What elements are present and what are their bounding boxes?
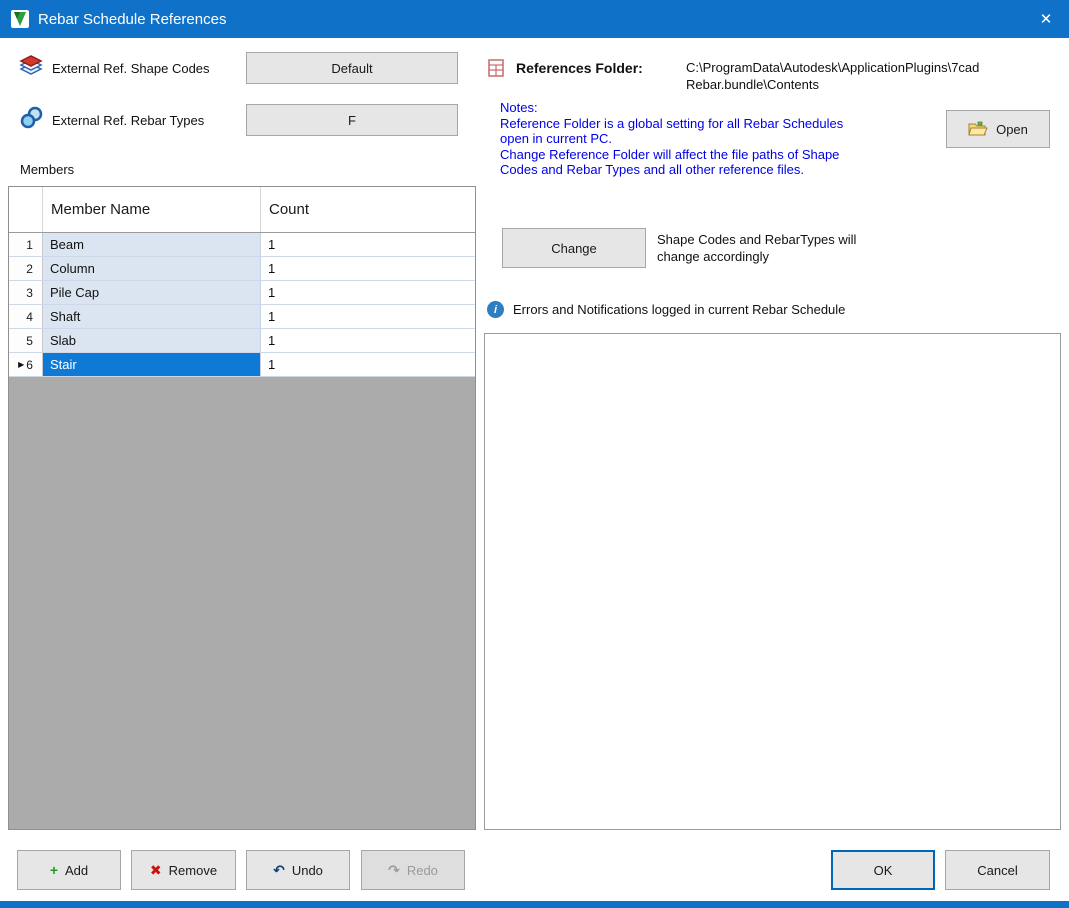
shape-codes-label: External Ref. Shape Codes <box>52 61 210 76</box>
redo-button: ↷ Redo <box>361 850 465 890</box>
member-name-cell[interactable]: Pile Cap <box>43 281 261 304</box>
open-folder-icon <box>968 121 988 136</box>
column-header-member-name[interactable]: Member Name <box>43 187 261 232</box>
info-icon: i <box>487 301 504 318</box>
members-grid-header: Member Name Count <box>9 187 475 233</box>
row-number: 1 <box>26 237 33 252</box>
rebar-types-button[interactable]: F <box>246 104 458 136</box>
change-button-label: Change <box>551 240 597 256</box>
member-name-cell[interactable]: Column <box>43 257 261 280</box>
table-row[interactable]: ▶1 Beam 1 <box>9 233 475 257</box>
rebar-types-icon <box>20 106 43 129</box>
members-label: Members <box>20 162 75 177</box>
change-note-text: Shape Codes and RebarTypes will change a… <box>657 232 857 264</box>
errors-log-panel[interactable] <box>484 333 1061 830</box>
count-cell[interactable]: 1 <box>261 353 475 376</box>
add-icon: + <box>49 862 59 878</box>
notes-line-2: Change Reference Folder will affect the … <box>500 146 840 178</box>
page-title: Rebar Schedule References <box>38 10 227 28</box>
member-name-cell[interactable]: Shaft <box>43 305 261 328</box>
count-cell[interactable]: 1 <box>261 305 475 328</box>
count-cell[interactable]: 1 <box>261 281 475 304</box>
shape-codes-button[interactable]: Default <box>246 52 458 84</box>
remove-button[interactable]: ✖ Remove <box>131 850 236 890</box>
count-cell[interactable]: 1 <box>261 329 475 352</box>
notes-text: Notes: Reference Folder is a global sett… <box>500 100 852 178</box>
table-row[interactable]: ▶4 Shaft 1 <box>9 305 475 329</box>
add-button-label: Add <box>65 862 89 878</box>
notes-line-1: Reference Folder is a global setting for… <box>500 115 844 147</box>
column-header-count[interactable]: Count <box>261 187 475 232</box>
row-number: 2 <box>26 261 33 276</box>
ok-button-label: OK <box>873 862 893 878</box>
redo-button-label: Redo <box>406 862 438 878</box>
cancel-button[interactable]: Cancel <box>945 850 1050 890</box>
row-marker-icon: ▶ <box>18 360 25 369</box>
row-header-corner <box>9 187 43 232</box>
undo-button[interactable]: ↶ Undo <box>246 850 350 890</box>
remove-button-label: Remove <box>168 862 218 878</box>
table-row-selected[interactable]: ▶ 6 Stair 1 <box>9 353 475 377</box>
cancel-button-label: Cancel <box>977 862 1018 878</box>
members-grid: Member Name Count ▶1 Beam 1 ▶2 Column 1 … <box>8 186 476 830</box>
rebar-schedule-references-dialog: Rebar Schedule References ✕ External Ref… <box>0 0 1069 908</box>
undo-icon: ↶ <box>273 861 285 878</box>
table-row[interactable]: ▶3 Pile Cap 1 <box>9 281 475 305</box>
row-number: 3 <box>26 285 33 300</box>
rebar-types-label: External Ref. Rebar Types <box>52 113 205 128</box>
member-name-cell[interactable]: Slab <box>43 329 261 352</box>
count-cell[interactable]: 1 <box>261 233 475 256</box>
member-name-cell[interactable]: Stair <box>43 353 261 376</box>
shape-codes-button-label: Default <box>331 60 373 76</box>
table-row[interactable]: ▶5 Slab 1 <box>9 329 475 353</box>
redo-icon: ↷ <box>388 861 400 878</box>
row-number: 4 <box>26 309 33 324</box>
title-bar: Rebar Schedule References ✕ <box>0 0 1069 38</box>
close-button[interactable]: ✕ <box>1023 0 1069 38</box>
open-button[interactable]: Open <box>946 110 1050 148</box>
row-number: 5 <box>26 333 33 348</box>
window-bottom-border <box>0 901 1069 908</box>
undo-button-label: Undo <box>291 862 323 878</box>
references-folder-icon <box>488 59 504 77</box>
add-button[interactable]: + Add <box>17 850 121 890</box>
open-button-label: Open <box>996 121 1028 137</box>
count-cell[interactable]: 1 <box>261 257 475 280</box>
notes-title: Notes: <box>500 100 538 115</box>
table-row[interactable]: ▶2 Column 1 <box>9 257 475 281</box>
log-label: Errors and Notifications logged in curre… <box>513 302 846 317</box>
app-icon <box>11 10 29 28</box>
change-button[interactable]: Change <box>502 228 646 268</box>
row-number: 6 <box>26 357 33 372</box>
references-folder-label: References Folder: <box>516 60 643 76</box>
rebar-types-button-label: F <box>348 112 356 128</box>
references-folder-path: C:\ProgramData\Autodesk\ApplicationPlugi… <box>686 60 980 92</box>
member-name-cell[interactable]: Beam <box>43 233 261 256</box>
remove-icon: ✖ <box>149 861 162 878</box>
shape-codes-icon <box>19 55 43 75</box>
log-label-row: i Errors and Notifications logged in cur… <box>487 301 845 318</box>
close-icon: ✕ <box>1039 11 1053 28</box>
ok-button[interactable]: OK <box>831 850 935 890</box>
